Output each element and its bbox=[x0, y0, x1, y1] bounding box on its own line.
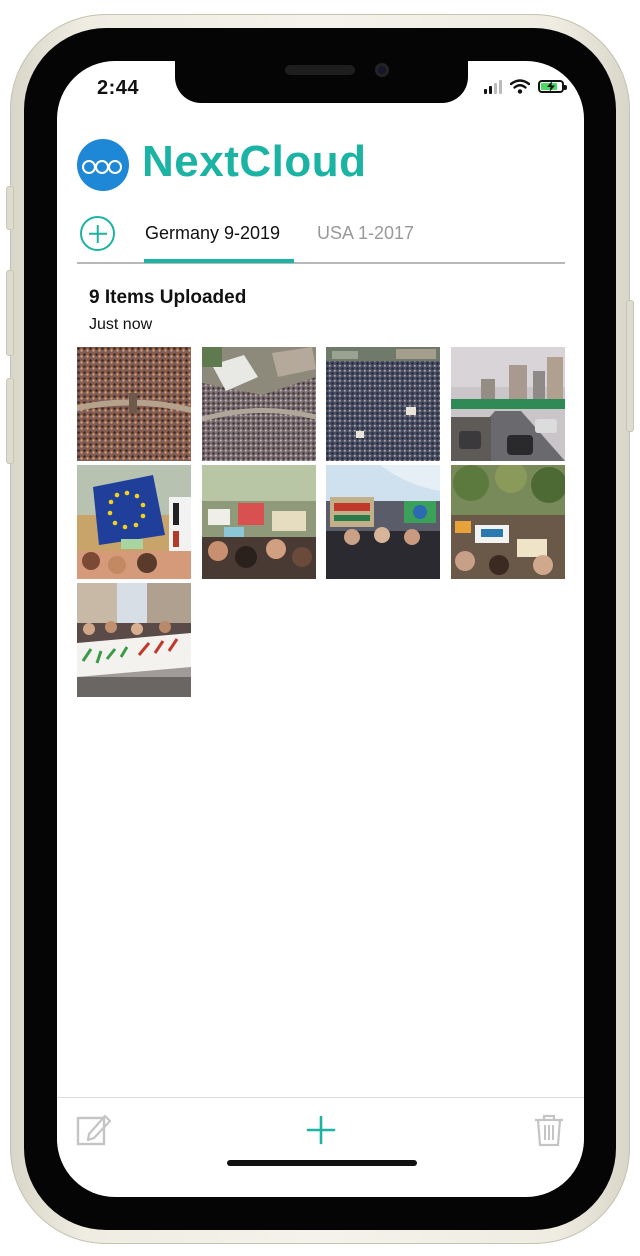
upload-time: Just now bbox=[89, 316, 153, 333]
photo-thumbnail[interactable] bbox=[326, 465, 440, 579]
status-time: 2:44 bbox=[97, 77, 140, 99]
compose-icon[interactable] bbox=[75, 1110, 115, 1150]
photo-thumbnail[interactable] bbox=[77, 347, 191, 461]
photo-thumbnail[interactable] bbox=[326, 347, 440, 461]
app-title: NextCloud bbox=[142, 137, 367, 186]
plus-icon[interactable] bbox=[301, 1110, 341, 1150]
signal-icon bbox=[484, 79, 502, 94]
mute-switch bbox=[6, 186, 14, 230]
nextcloud-logo-icon bbox=[77, 139, 129, 191]
photo-thumbnail[interactable] bbox=[202, 465, 316, 579]
volume-up-button bbox=[6, 270, 14, 356]
photo-thumbnail[interactable] bbox=[77, 583, 191, 697]
status-icons bbox=[484, 79, 567, 94]
notch bbox=[175, 61, 468, 103]
toolbar-divider bbox=[57, 1097, 584, 1098]
volume-down-button bbox=[6, 378, 14, 464]
speaker-grille bbox=[285, 65, 355, 75]
tab-germany-9-2019[interactable]: Germany 9-2019 bbox=[145, 223, 280, 244]
photo-thumbnail[interactable] bbox=[451, 347, 565, 461]
front-camera bbox=[375, 63, 389, 77]
photo-thumbnail[interactable] bbox=[451, 465, 565, 579]
add-album-button[interactable] bbox=[80, 216, 115, 251]
tab-usa-1-2017[interactable]: USA 1-2017 bbox=[317, 223, 414, 244]
screen: 2:44 NextCloud Germany 9-2019 USA 1-2017… bbox=[57, 61, 584, 1197]
active-tab-indicator bbox=[144, 259, 294, 263]
power-button bbox=[626, 300, 634, 432]
photo-thumbnail[interactable] bbox=[77, 465, 191, 579]
battery-charging-icon bbox=[538, 80, 567, 93]
photo-thumbnail[interactable] bbox=[202, 347, 316, 461]
upload-title: 9 Items Uploaded bbox=[89, 287, 247, 308]
home-indicator[interactable] bbox=[227, 1160, 417, 1166]
trash-icon[interactable] bbox=[529, 1110, 569, 1150]
wifi-icon bbox=[510, 79, 530, 94]
